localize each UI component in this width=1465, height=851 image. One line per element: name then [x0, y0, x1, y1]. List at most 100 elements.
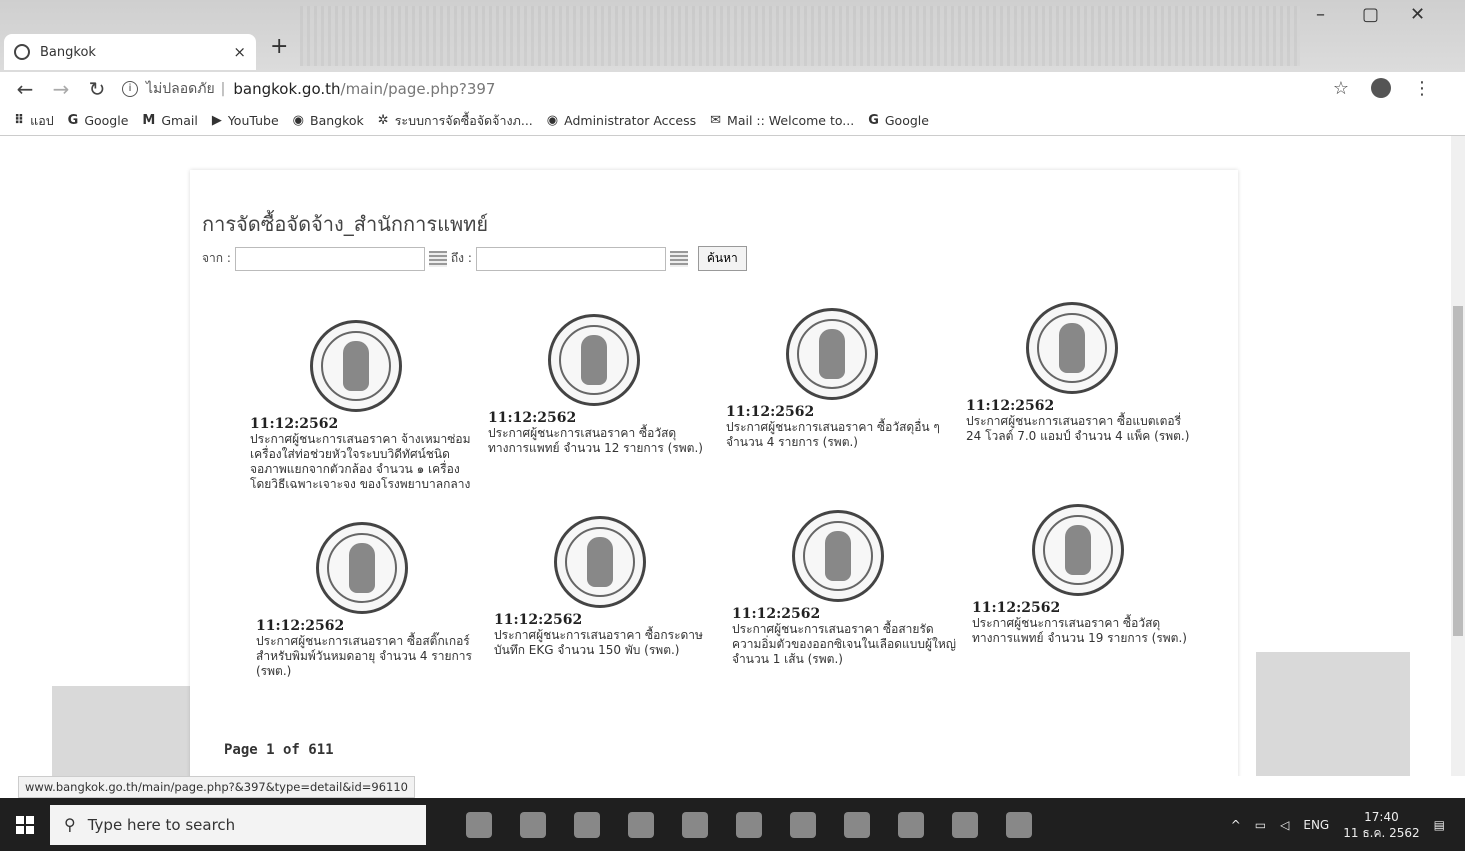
item-date: 11:12:2562 [966, 398, 1055, 414]
google-icon: G [868, 113, 879, 128]
search-button[interactable]: ค้นหา [697, 246, 747, 271]
date-search: จาก : ถึง : ค้นหา [202, 246, 747, 271]
bookmark-google[interactable]: G Google [68, 113, 129, 128]
item-desc[interactable]: ประกาศผู้ชนะการเสนอราคา ซื้อวัสดุทางการแ… [488, 426, 716, 456]
tab-close-button[interactable]: × [233, 43, 246, 61]
chevron-up-icon[interactable]: ^ [1231, 818, 1241, 832]
start-button[interactable] [0, 798, 50, 851]
taskbar-search[interactable]: ⚲ Type here to search [50, 804, 426, 845]
item-date: 11:12:2562 [732, 606, 821, 622]
bma-seal-icon [310, 320, 402, 412]
item-date: 11:12:2562 [494, 612, 583, 628]
system-icon: ✲ [377, 113, 389, 128]
bookmark-procurement[interactable]: ✲ ระบบการจัดซื้อจัดจ้างภ... [378, 111, 533, 131]
file-explorer-icon[interactable] [790, 811, 816, 838]
url-separator: | [220, 81, 226, 97]
list-item[interactable]: 11:12:2562 ประกาศผู้ชนะการเสนอราคา ซื้อส… [256, 522, 484, 679]
bma-seal-icon [792, 510, 884, 602]
chrome-icon[interactable] [682, 811, 708, 838]
to-label: ถึง : [450, 251, 472, 265]
bookmark-mail[interactable]: ✉ Mail :: Welcome to... [710, 113, 854, 128]
mail-icon[interactable] [628, 811, 654, 838]
bookmark-youtube[interactable]: ▶ YouTube [212, 113, 279, 128]
bma-seal-icon [548, 314, 640, 406]
item-desc[interactable]: ประกาศผู้ชนะการเสนอราคา ซื้อแบตเตอรี่ 24… [966, 414, 1194, 444]
app-icon[interactable] [844, 811, 870, 838]
list-item[interactable]: 11:12:2562 ประกาศผู้ชนะการเสนอราคา ซื้อส… [732, 510, 960, 667]
menu-dots-icon[interactable]: ⋮ [1413, 78, 1431, 99]
close-window-button[interactable]: ✕ [1410, 4, 1425, 25]
item-date: 11:12:2562 [256, 618, 345, 634]
clock-date: 11 ธ.ค. 2562 [1343, 825, 1420, 840]
bma-seal-icon [1026, 302, 1118, 394]
bma-seal-icon [786, 308, 878, 400]
new-tab-button[interactable]: + [270, 34, 288, 59]
taskbar: ⚲ Type here to search ^ ▭ ◁ ENG 17:40 11… [0, 798, 1465, 851]
calendar-icon[interactable] [428, 250, 447, 267]
globe-icon [14, 44, 30, 60]
status-url: www.bangkok.go.th/main/page.php?&397&typ… [18, 776, 416, 798]
list-item[interactable]: 11:12:2562 ประกาศผู้ชนะการเสนอราคา ซื้อว… [726, 308, 954, 450]
youtube-icon: ▶ [211, 113, 222, 128]
page-scrollbar[interactable] [1451, 136, 1465, 776]
bookmark-bangkok[interactable]: ◉ Bangkok [293, 113, 364, 128]
calendar-icon[interactable] [669, 250, 688, 267]
globe-icon: ◉ [546, 113, 559, 128]
to-date-input[interactable] [475, 246, 666, 271]
bookmark-admin[interactable]: ◉ Administrator Access [547, 113, 696, 128]
word-icon[interactable] [952, 811, 978, 838]
bookmark-gmail[interactable]: M Gmail [142, 113, 197, 128]
bma-seal-icon [316, 522, 408, 614]
list-item[interactable]: 11:12:2562 ประกาศผู้ชนะการเสนอราคา ซื้อว… [972, 504, 1200, 646]
tab-strip-background [300, 6, 1300, 66]
list-item[interactable]: 11:12:2562 ประกาศผู้ชนะการเสนอราคา จ้างเ… [250, 320, 478, 492]
network-icon[interactable]: ▭ [1255, 818, 1266, 832]
star-icon[interactable]: ☆ [1333, 78, 1349, 99]
item-desc[interactable]: ประกาศผู้ชนะการเสนอราคา ซื้อวัสดุทางการแ… [972, 616, 1200, 646]
bookmark-apps[interactable]: ⠿ แอป [14, 111, 54, 131]
address-bar[interactable]: i ไม่ปลอดภัย | bangkok.go.th /main/page.… [122, 74, 495, 104]
ie-icon[interactable] [1006, 811, 1032, 838]
pagination-label: Page 1 of 611 [224, 742, 334, 758]
tab-title: Bangkok [40, 44, 96, 60]
back-arrow-icon[interactable]: ← [14, 77, 36, 101]
photos-icon[interactable] [574, 811, 600, 838]
google-icon: G [67, 113, 79, 128]
background-block [1256, 652, 1410, 776]
item-date: 11:12:2562 [972, 600, 1061, 616]
globe-icon: ◉ [292, 113, 305, 128]
item-desc[interactable]: ประกาศผู้ชนะการเสนอราคา ซื้อสติ๊กเกอร์สำ… [256, 634, 484, 679]
task-view-icon[interactable] [466, 811, 492, 838]
url-domain: bangkok.go.th [233, 80, 341, 98]
maximize-button[interactable]: ▢ [1362, 4, 1379, 25]
list-item[interactable]: 11:12:2562 ประกาศผู้ชนะการเสนอราคา ซื้อก… [494, 516, 722, 658]
minimize-button[interactable]: – [1316, 4, 1325, 25]
scrollbar-thumb[interactable] [1453, 306, 1463, 636]
forward-arrow-icon[interactable]: → [50, 77, 72, 101]
windows-icon [16, 815, 34, 834]
background-block [52, 686, 212, 776]
item-desc[interactable]: ประกาศผู้ชนะการเสนอราคา ซื้อกระดาษบันทึก… [494, 628, 722, 658]
list-item[interactable]: 11:12:2562 ประกาศผู้ชนะการเสนอราคา ซื้อว… [488, 314, 716, 456]
volume-icon[interactable]: ◁ [1280, 818, 1289, 832]
edge-icon[interactable] [736, 811, 762, 838]
line-icon[interactable] [898, 811, 924, 838]
item-desc[interactable]: ประกาศผู้ชนะการเสนอราคา ซื้อวัสดุอื่น ๆ … [726, 420, 954, 450]
bookmark-google-2[interactable]: G Google [868, 113, 929, 128]
from-label: จาก : [202, 251, 231, 265]
profile-avatar[interactable] [1371, 78, 1391, 98]
language-indicator[interactable]: ENG [1303, 818, 1329, 832]
item-desc[interactable]: ประกาศผู้ชนะการเสนอราคา จ้างเหมาซ่อมเครื… [250, 432, 478, 492]
list-item[interactable]: 11:12:2562 ประกาศผู้ชนะการเสนอราคา ซื้อแ… [966, 302, 1194, 444]
item-desc[interactable]: ประกาศผู้ชนะการเสนอราคา ซื้อสายรัดความอิ… [732, 622, 960, 667]
info-icon[interactable]: i [122, 81, 138, 97]
mail-icon: ✉ [710, 113, 722, 128]
clock[interactable]: 17:40 11 ธ.ค. 2562 [1343, 809, 1419, 841]
item-date: 11:12:2562 [488, 410, 577, 426]
notifications-icon[interactable]: ▤ [1434, 818, 1445, 832]
clock-time: 17:40 [1364, 809, 1399, 824]
browser-tab[interactable]: Bangkok × [4, 34, 256, 70]
store-icon[interactable] [520, 811, 546, 838]
from-date-input[interactable] [234, 246, 425, 271]
reload-icon[interactable]: ↻ [86, 77, 108, 101]
